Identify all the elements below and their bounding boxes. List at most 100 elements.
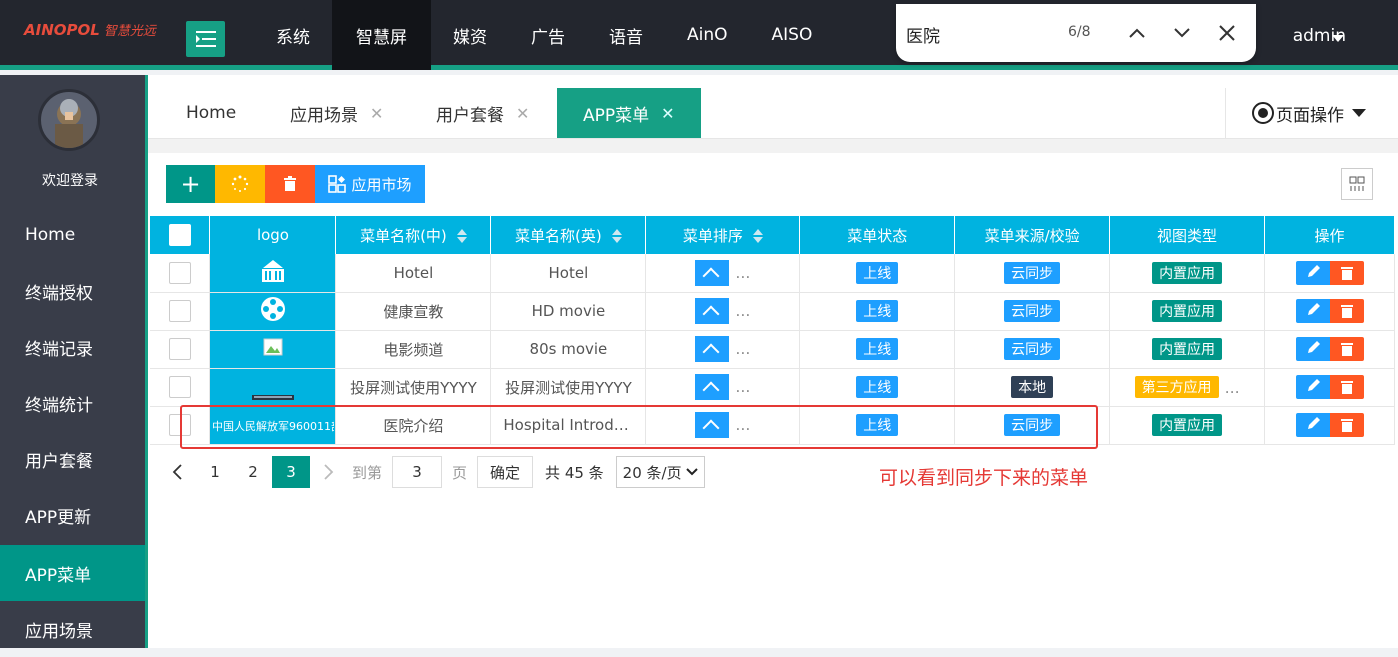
next-page-button[interactable] xyxy=(310,456,348,488)
row-checkbox[interactable] xyxy=(168,376,191,398)
sidebar-item-app-menu[interactable]: APP菜单 xyxy=(0,545,145,601)
nav-item-aino[interactable]: AinO xyxy=(665,0,750,70)
find-input[interactable]: 医院 xyxy=(906,22,940,47)
nav-item-smart-screen[interactable]: 智慧屏 xyxy=(332,0,431,70)
sync-button[interactable] xyxy=(215,165,265,203)
move-up-button[interactable] xyxy=(695,374,730,400)
pencil-icon xyxy=(1307,341,1320,353)
sidebar-item-app-scene[interactable]: 应用场景 xyxy=(0,601,145,657)
sidebar-item-terminal-stats[interactable]: 终端统计 xyxy=(0,375,145,431)
close-icon[interactable]: ✕ xyxy=(370,104,383,123)
goto-confirm-button[interactable]: 确定 xyxy=(477,456,534,488)
nav-item-system[interactable]: 系统 xyxy=(254,0,332,70)
edit-button[interactable] xyxy=(1295,375,1330,399)
delete-row-button[interactable] xyxy=(1329,299,1364,323)
row-checkbox[interactable] xyxy=(168,338,191,360)
content-gap xyxy=(148,139,1398,153)
nav-item-aiso[interactable]: AISO xyxy=(750,0,835,70)
sidebar-item-terminal-auth[interactable]: 终端授权 xyxy=(0,263,145,319)
brand-logo-cn: 智慧光远 xyxy=(103,24,156,39)
tab-user-package[interactable]: 用户套餐 ✕ xyxy=(436,88,529,138)
pencil-icon xyxy=(1307,264,1320,277)
page-operations-dropdown[interactable]: 页面操作 xyxy=(1225,88,1398,138)
table-row: Hotel Hotel … 上线 云同步 内置应用 xyxy=(150,254,1395,293)
row-name-cn: 电影频道 xyxy=(335,330,492,369)
chevron-left-icon xyxy=(172,464,182,480)
delete-row-button[interactable] xyxy=(1329,375,1364,399)
pencil-icon xyxy=(1307,303,1320,315)
source-badge: 云同步 xyxy=(1004,338,1061,360)
edit-button[interactable] xyxy=(1295,337,1330,361)
chevron-down-icon xyxy=(1332,35,1344,42)
table-row: 投屏测试使用YYYY 投屏测试使用YYYY … 上线 本地 第三方应用… xyxy=(150,368,1395,407)
col-name-en[interactable]: 菜单名称(英) xyxy=(490,216,647,254)
row-view-type: 内置应用 xyxy=(1109,254,1266,293)
source-badge: 本地 xyxy=(1011,376,1054,398)
brand-logo-text: AINOPOL xyxy=(24,21,100,39)
page-size-select[interactable]: 20 条/页 xyxy=(615,456,705,488)
select-all-checkbox[interactable] xyxy=(168,224,191,246)
delete-row-button[interactable] xyxy=(1329,337,1364,361)
row-view-type: 内置应用 xyxy=(1109,406,1266,445)
row-view-type: 内置应用 xyxy=(1109,330,1266,369)
move-up-button[interactable] xyxy=(695,259,730,286)
row-logo xyxy=(209,330,337,369)
sidebar-item-app-update[interactable]: APP更新 xyxy=(0,487,145,543)
trash-icon xyxy=(1340,381,1353,394)
col-name-en-label: 菜单名称(英) xyxy=(515,226,602,245)
prev-page-button[interactable] xyxy=(158,456,196,488)
tab-bar: Home 应用场景 ✕ 用户套餐 ✕ APP菜单 ✕ 页面操作 xyxy=(148,75,1398,139)
edit-button[interactable] xyxy=(1295,413,1330,437)
edit-button[interactable] xyxy=(1295,260,1330,285)
nav-item-voice[interactable]: 语音 xyxy=(587,0,665,70)
main-content: Home 应用场景 ✕ 用户套餐 ✕ APP菜单 ✕ 页面操作 + 应用市场 logo xyxy=(145,75,1398,648)
sort-icon[interactable] xyxy=(456,229,467,243)
delete-row-button[interactable] xyxy=(1329,260,1364,285)
edit-button[interactable] xyxy=(1295,299,1330,323)
goto-page-input[interactable]: 3 xyxy=(392,456,443,488)
pencil-icon xyxy=(1307,417,1320,429)
tab-app-scene[interactable]: 应用场景 ✕ xyxy=(290,88,383,138)
delete-row-button[interactable] xyxy=(1329,413,1364,437)
brand-logo: AINOPOL 智慧光远 xyxy=(24,20,156,39)
sidebar-item-terminal-records[interactable]: 终端记录 xyxy=(0,319,145,375)
page-1[interactable]: 1 xyxy=(196,456,234,488)
tab-home[interactable]: Home xyxy=(186,88,236,138)
app-market-button[interactable]: 应用市场 xyxy=(315,165,425,203)
goto-label: 到第 xyxy=(352,463,383,482)
row-actions xyxy=(1264,292,1395,331)
sidebar-item-user-package[interactable]: 用户套餐 xyxy=(0,431,145,487)
delete-button[interactable] xyxy=(265,165,315,203)
trash-icon xyxy=(1340,266,1353,280)
find-next-button[interactable] xyxy=(1167,18,1197,48)
row-status: 上线 xyxy=(799,330,956,369)
move-up-button[interactable] xyxy=(695,336,730,362)
pagination: 1 2 3 到第 3 页 确定 共 45 条 20 条/页 xyxy=(158,456,705,488)
move-up-button[interactable] xyxy=(695,298,730,324)
add-button[interactable]: + xyxy=(166,165,215,203)
top-nav: 系统 智慧屏 媒资 广告 语音 AinO AISO xyxy=(254,0,834,70)
close-icon[interactable]: ✕ xyxy=(661,104,674,123)
row-checkbox[interactable] xyxy=(168,261,191,284)
find-previous-button[interactable] xyxy=(1122,18,1152,48)
sort-icon[interactable] xyxy=(752,229,763,243)
nav-item-ads[interactable]: 广告 xyxy=(509,0,587,70)
find-close-button[interactable] xyxy=(1212,18,1242,48)
sort-icon[interactable] xyxy=(611,229,622,243)
row-select-cell xyxy=(150,368,211,407)
menu-toggle-button[interactable] xyxy=(186,21,225,57)
hotel-icon xyxy=(261,259,284,282)
page-3-current[interactable]: 3 xyxy=(272,456,310,488)
col-order[interactable]: 菜单排序 xyxy=(645,216,801,254)
tab-app-menu[interactable]: APP菜单 ✕ xyxy=(557,88,701,138)
sidebar-item-home[interactable]: Home xyxy=(0,207,145,263)
page-2[interactable]: 2 xyxy=(234,456,272,488)
nav-item-media[interactable]: 媒资 xyxy=(431,0,509,70)
column-toggle-button[interactable] xyxy=(1341,168,1373,200)
row-name-cn: Hotel xyxy=(335,254,492,293)
col-status: 菜单状态 xyxy=(799,216,956,254)
col-name-cn[interactable]: 菜单名称(中) xyxy=(335,216,492,254)
row-checkbox[interactable] xyxy=(168,300,191,322)
close-icon[interactable]: ✕ xyxy=(516,104,529,123)
row-status: 上线 xyxy=(799,292,956,331)
